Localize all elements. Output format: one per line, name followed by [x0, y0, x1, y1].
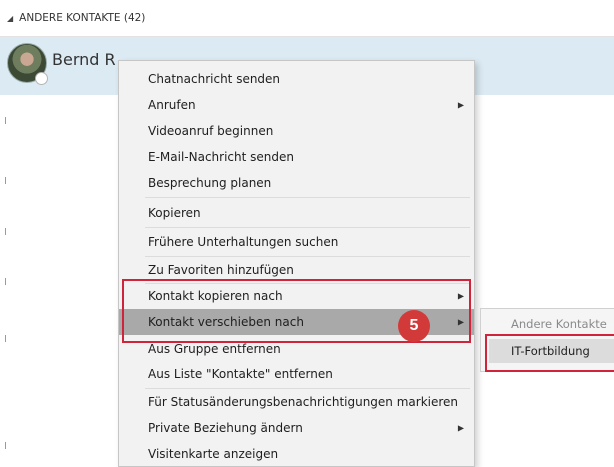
- menu-item-copy[interactable]: Kopieren: [119, 200, 474, 226]
- menu-item-view-contact-card[interactable]: Visitenkarte anzeigen: [119, 441, 474, 467]
- menu-item-label: Aus Gruppe entfernen: [148, 342, 281, 356]
- submenu-arrow-icon: ▶: [457, 423, 464, 433]
- list-divider-mark: [5, 335, 6, 342]
- menu-item-label: E-Mail-Nachricht senden: [148, 150, 294, 164]
- group-title: ANDERE KONTAKTE (42): [19, 12, 146, 24]
- submenu-arrow-icon: ▶: [457, 100, 464, 110]
- highlight-box-submenu: [485, 334, 614, 372]
- presence-status-icon: [35, 72, 48, 85]
- menu-item-label: Private Beziehung ändern: [148, 421, 303, 435]
- menu-item-remove-from-list[interactable]: Aus Liste "Kontakte" entfernen: [119, 361, 474, 387]
- menu-item-email[interactable]: E-Mail-Nachricht senden: [119, 144, 474, 170]
- menu-item-chat[interactable]: Chatnachricht senden: [119, 66, 474, 92]
- step-number-badge: 5: [398, 310, 430, 342]
- menu-item-label: Aus Liste "Kontakte" entfernen: [148, 367, 333, 381]
- menu-item-change-relationship[interactable]: Private Beziehung ändern ▶: [119, 415, 474, 441]
- list-divider-mark: [5, 442, 6, 449]
- menu-item-label: Visitenkarte anzeigen: [148, 447, 279, 461]
- collapse-triangle-icon[interactable]: ◢: [7, 14, 13, 23]
- list-divider-mark: [5, 117, 6, 124]
- menu-item-label: Besprechung planen: [148, 176, 272, 190]
- menu-item-tag-status-changes[interactable]: Für Statusänderungsbenachrichtigungen ma…: [119, 389, 474, 415]
- list-divider-mark: [5, 177, 6, 184]
- group-header[interactable]: ◢ ANDERE KONTAKTE (42): [0, 0, 614, 37]
- menu-item-label: Anrufen: [148, 98, 196, 112]
- list-divider-mark: [5, 228, 6, 235]
- menu-separator: [145, 197, 470, 198]
- menu-item-search-conversations[interactable]: Frühere Unterhaltungen suchen: [119, 229, 474, 255]
- list-divider-mark: [5, 278, 6, 285]
- context-menu: Chatnachricht senden Anrufen ▶ Videoanru…: [118, 60, 475, 467]
- menu-item-video-call[interactable]: Videoanruf beginnen: [119, 118, 474, 144]
- menu-item-label: Videoanruf beginnen: [148, 124, 274, 138]
- submenu-heading: Andere Kontakte: [511, 317, 607, 331]
- menu-separator: [145, 227, 470, 228]
- menu-item-label: Zu Favoriten hinzufügen: [148, 263, 294, 277]
- menu-item-label: Für Statusänderungsbenachrichtigungen ma…: [148, 395, 459, 409]
- menu-item-label: Frühere Unterhaltungen suchen: [148, 235, 339, 249]
- menu-item-call[interactable]: Anrufen ▶: [119, 92, 474, 118]
- contact-name: Bernd R: [52, 50, 116, 69]
- menu-item-label: Kopieren: [148, 206, 201, 220]
- menu-item-schedule-meeting[interactable]: Besprechung planen: [119, 170, 474, 196]
- menu-item-label: Chatnachricht senden: [148, 72, 281, 86]
